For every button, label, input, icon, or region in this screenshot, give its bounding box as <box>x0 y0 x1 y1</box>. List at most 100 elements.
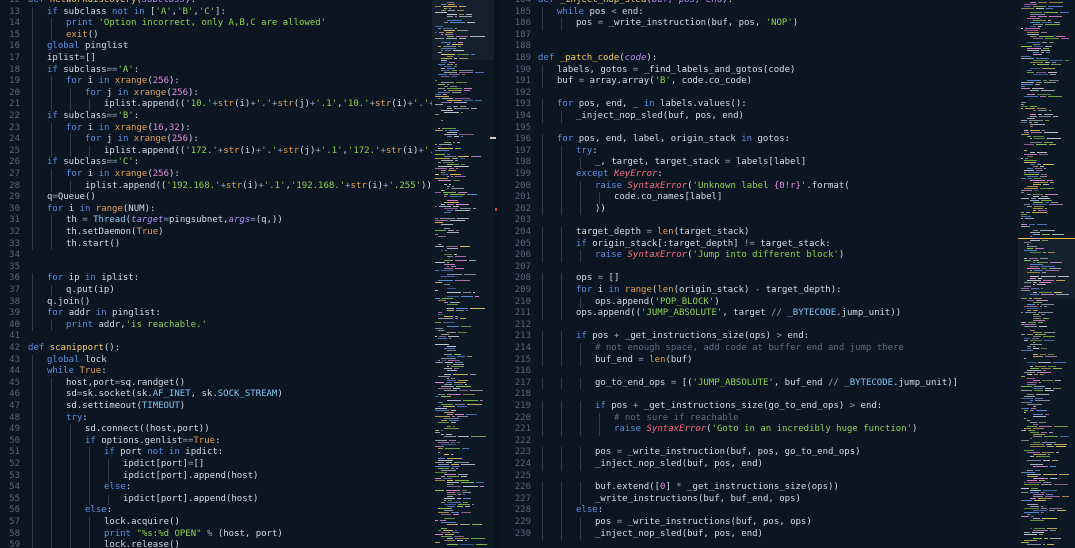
line-number: 209 <box>514 285 531 295</box>
code-line[interactable]: for addr in pinglist: <box>28 308 161 320</box>
code-line[interactable]: # not enough space, add code at buffer e… <box>538 343 904 355</box>
code-line[interactable]: def _inject_nop_sled(buf, pos, end): <box>538 0 733 7</box>
code-line[interactable]: buf = array.array('B', code.co_code) <box>538 76 752 88</box>
code-line[interactable]: target_depth = len(target_stack) <box>538 227 749 239</box>
code-line[interactable]: q.put(ip) <box>28 285 115 297</box>
code-line[interactable]: if pos + _get_instructions_size(go_to_en… <box>538 401 882 413</box>
minimap-stroke <box>1033 494 1044 495</box>
code-line[interactable]: _inject_nop_sled(buf, pos, end) <box>538 529 763 541</box>
code-line[interactable]: print 'Option incorrect, only A,B,C are … <box>28 18 326 30</box>
code-line[interactable]: sd.connect((host,port)) <box>28 424 210 436</box>
line-number: 190 <box>514 64 531 75</box>
code-line[interactable]: th.start() <box>28 239 120 251</box>
code-line[interactable]: iplist.append(('192.168.'+str(i)+'.1','1… <box>28 181 432 193</box>
code-line[interactable]: def _patch_code(code): <box>538 53 657 65</box>
code-line[interactable]: _write_instructions(buf, buf_end, ops) <box>538 494 801 506</box>
code-token: in <box>98 122 115 133</box>
editor-pane-left[interactable]: 12 13 14 15 16 17 18 19 20 21 22 23 24 25 26 27 28 29 30 31… <box>0 0 432 548</box>
code-line[interactable]: if origin_stack[:target_depth] != target… <box>538 239 831 251</box>
code-line[interactable]: )) <box>538 204 606 216</box>
code-line[interactable]: ipdict[port].append(host) <box>28 471 258 483</box>
code-token: def <box>538 53 560 63</box>
code-line[interactable]: _, target, target_stack = labels[label] <box>538 157 806 169</box>
code-line[interactable]: for pos, end, _ in labels.values(): <box>538 99 747 111</box>
code-line[interactable]: else: <box>538 505 603 517</box>
minimap-left[interactable] <box>432 0 494 548</box>
minimap-stroke <box>1024 340 1028 341</box>
minimap-stroke <box>444 474 456 475</box>
code-line[interactable]: th.setDaemon(True) <box>28 227 164 239</box>
code-line[interactable]: ipdict[port].append(host) <box>28 494 258 506</box>
code-line[interactable]: except KeyError: <box>538 169 663 181</box>
code-line[interactable]: ops = [] <box>538 273 619 285</box>
code-line[interactable]: code.co_names[label] <box>538 192 722 204</box>
code-line[interactable]: if subclass=='A': <box>28 65 139 77</box>
code-line[interactable]: def networkdiscovery(subclass): <box>28 0 196 7</box>
minimap-stroke <box>444 498 455 499</box>
code-line[interactable]: _inject_nop_sled(buf, pos, end) <box>538 459 763 471</box>
indent-guide <box>580 528 581 541</box>
code-line[interactable]: global lock <box>28 355 107 367</box>
code-line[interactable]: try: <box>538 146 598 158</box>
indent-guide <box>542 459 543 471</box>
code-line[interactable]: ops.append(('JUMP_ABSOLUTE', target // _… <box>538 308 901 320</box>
code-line[interactable]: if options.genlist==True: <box>28 436 221 448</box>
indent-guide <box>89 482 90 494</box>
code-line[interactable]: if subclass=='C': <box>28 157 139 169</box>
minimap-stroke <box>1027 476 1038 477</box>
code-line[interactable]: raise SyntaxError('Jump into different b… <box>538 250 844 262</box>
code-line[interactable]: th = Thread(target=pingsubnet,args=(q,)) <box>28 215 283 227</box>
minimap-stroke <box>441 420 447 421</box>
code-line[interactable]: for j in xrange(256): <box>28 88 199 100</box>
minimap-stroke <box>441 270 453 271</box>
code-line[interactable]: for i in xrange(16,32): <box>28 123 191 135</box>
code-line[interactable]: for j in xrange(256): <box>28 134 199 146</box>
minimap-stroke <box>455 260 467 261</box>
code-token: : <box>133 64 140 75</box>
code-line[interactable]: if port not in ipdict: <box>28 447 223 459</box>
code-line[interactable]: else: <box>28 482 131 494</box>
indent-guide <box>32 64 33 77</box>
minimap-stroke <box>438 402 443 403</box>
code-line[interactable]: while pos < end: <box>538 7 644 19</box>
code-line[interactable]: raise SyntaxError('Goto in an incredibly… <box>538 424 917 436</box>
code-line[interactable]: _inject_nop_sled(buf, pos, end) <box>538 111 744 123</box>
code-line[interactable]: if subclass not in ['A','B','C']: <box>28 7 226 19</box>
minimap-right[interactable] <box>1018 0 1075 548</box>
code-line[interactable]: ipdict[port]=[] <box>28 459 204 471</box>
code-line[interactable]: global pinglist <box>28 41 128 53</box>
code-line[interactable]: exit() <box>28 30 99 42</box>
minimap-stroke <box>1054 426 1068 427</box>
minimap-stroke <box>1033 424 1038 425</box>
indent-guide <box>70 540 71 548</box>
editor-pane-right[interactable]: 184 185 186 187 188 189 190 191 192 193 194 195 196 1… <box>499 0 1018 548</box>
code-token: 'Goto in an incredibly huge function' <box>711 424 913 435</box>
code-line[interactable]: go_to_end_ops = [('JUMP_ABSOLUTE', buf_e… <box>538 378 958 390</box>
code-line[interactable]: sd=sk.socket(sk.AF_INET, sk.SOCK_STREAM) <box>28 389 283 401</box>
code-line[interactable]: for i in range(len(origin_stack) - targe… <box>538 285 842 297</box>
code-line[interactable]: for ip in iplist: <box>28 273 139 285</box>
code-line[interactable]: print addr,'is reachable.' <box>28 320 207 332</box>
code-line[interactable]: if subclass=='B': <box>28 111 139 123</box>
code-line[interactable]: q.join() <box>28 297 90 309</box>
code-line[interactable]: pos = _write_instruction(buf, pos, go_to… <box>538 447 861 459</box>
code-line[interactable]: for pos, end, label, origin_stack in got… <box>538 134 790 146</box>
code-line[interactable]: raise SyntaxError('Unknown label {0!r}'.… <box>538 181 850 193</box>
code-line[interactable]: if pos + _get_instructions_size(ops) > e… <box>538 331 809 343</box>
minimap-stroke <box>453 50 464 51</box>
code-line[interactable]: # not sure if reachable <box>538 413 739 425</box>
code-line[interactable]: labels, gotos = _find_labels_and_gotos(c… <box>538 65 795 77</box>
code-line[interactable]: try: <box>28 413 88 425</box>
code-line[interactable]: print "%s:%d OPEN" % (host, port) <box>28 529 283 541</box>
code-line[interactable]: while True: <box>28 366 107 378</box>
code-line[interactable]: buf.extend([0] * _get_instructions_size(… <box>538 482 839 494</box>
code-line[interactable]: iplist=[] <box>28 53 96 65</box>
code-line[interactable]: ops.append('POP_BLOCK') <box>538 297 720 309</box>
minimap-stroke <box>1027 310 1031 311</box>
code-line[interactable]: for i in range(NUM): <box>28 204 155 216</box>
code-line[interactable]: pos = _write_instruction(buf, pos, 'NOP'… <box>538 18 798 30</box>
code-line[interactable]: def scanipport(): <box>28 343 120 355</box>
code-token: 'C' <box>198 6 216 17</box>
code-line[interactable]: q=Queue() <box>28 192 96 204</box>
line-number: 23 <box>9 122 20 133</box>
